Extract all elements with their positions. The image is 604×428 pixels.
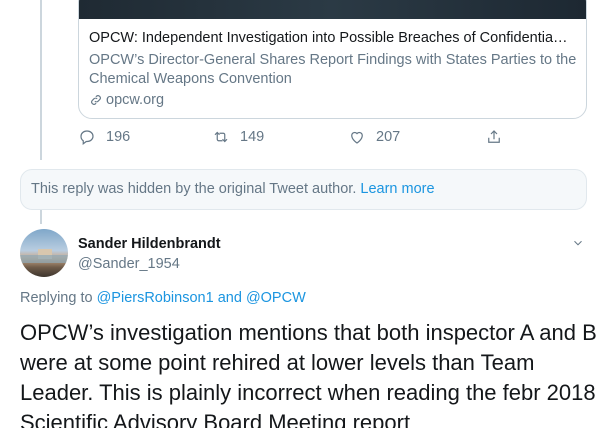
reply-icon [80, 130, 94, 145]
like-count: 207 [376, 129, 401, 145]
author-handle[interactable]: @Sander_1954 [78, 256, 180, 272]
author-name[interactable]: Sander Hildenbrandt [78, 236, 221, 252]
hidden-notice-text: This reply was hidden by the original Tw… [31, 181, 357, 197]
link-card[interactable]: OPCW: Independent Investigation into Pos… [78, 0, 587, 119]
replying-to: Replying to @PiersRobinson1 and @OPCW [20, 290, 306, 306]
learn-more-link[interactable]: Learn more [360, 181, 434, 197]
replying-prefix: Replying to [20, 290, 93, 306]
retweet-icon [214, 131, 228, 143]
replying-and[interactable]: and [218, 290, 242, 306]
tweet-text: OPCW’s investigation mentions that both … [20, 320, 597, 428]
page: OPCW: Independent Investigation into Pos… [0, 0, 604, 428]
card-image [79, 0, 586, 19]
retweet-button[interactable]: 149 [212, 128, 264, 146]
replying-to-user-1[interactable]: @PiersRobinson1 [97, 290, 214, 306]
card-title: OPCW: Independent Investigation into Pos… [89, 30, 568, 46]
avatar[interactable] [20, 229, 68, 277]
share-button[interactable] [485, 128, 503, 146]
thread-line-connector [40, 210, 42, 224]
chevron-down-icon [574, 240, 582, 246]
tweet-menu-button[interactable] [571, 236, 587, 250]
avatar-sea [20, 255, 68, 263]
share-icon [488, 130, 500, 143]
link-icon [91, 95, 101, 105]
replying-to-user-2[interactable]: @OPCW [246, 290, 306, 306]
thread-line [40, 0, 42, 160]
reply-button[interactable]: 196 [78, 128, 130, 146]
card-domain: opcw.org [89, 92, 164, 108]
like-icon [351, 131, 363, 144]
like-button[interactable]: 207 [348, 128, 400, 146]
tweet-actions: 196 149 207 [78, 128, 518, 152]
hidden-reply-notice: This reply was hidden by the original Tw… [20, 169, 587, 210]
retweet-count: 149 [240, 129, 265, 145]
card-domain-text: opcw.org [106, 92, 165, 108]
reply-count: 196 [106, 129, 131, 145]
card-description: OPCW’s Director-General Shares Report Fi… [89, 52, 577, 87]
